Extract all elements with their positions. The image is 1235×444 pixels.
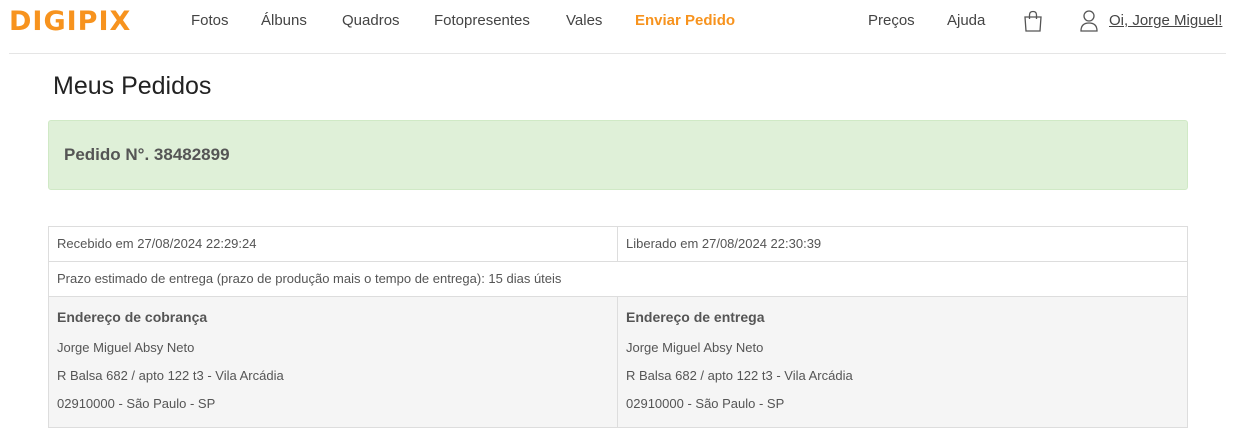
order-details-table: Recebido em 27/08/2024 22:29:24 Liberado… xyxy=(48,226,1188,428)
order-number: Pedido N°. 38482899 xyxy=(64,145,230,164)
logo-text: DIGIPIX xyxy=(9,5,132,37)
order-number-panel: Pedido N°. 38482899 xyxy=(48,120,1188,190)
user-icon[interactable] xyxy=(1078,9,1100,33)
billing-street: R Balsa 682 / apto 122 t3 - Vila Arcádia xyxy=(57,368,284,383)
shipping-address: Endereço de entrega Jorge Miguel Absy Ne… xyxy=(618,297,1187,427)
shipping-name: Jorge Miguel Absy Neto xyxy=(626,340,764,355)
digipix-logo[interactable]: DIGIPIX xyxy=(9,5,132,37)
header-divider xyxy=(9,53,1226,54)
nav-link-enviar-pedido[interactable]: Enviar Pedido xyxy=(635,0,735,42)
nav-link-quadros[interactable]: Quadros xyxy=(342,0,400,42)
nav-link-precos[interactable]: Preços xyxy=(868,0,915,42)
billing-city: 02910000 - São Paulo - SP xyxy=(57,396,216,411)
user-greeting-link[interactable]: Oi, Jorge Miguel! xyxy=(1109,0,1222,42)
billing-name: Jorge Miguel Absy Neto xyxy=(57,340,195,355)
site-header: DIGIPIX Fotos Álbuns Quadros Fotopresent… xyxy=(0,0,1235,44)
shipping-city: 02910000 - São Paulo - SP xyxy=(626,396,785,411)
nav-link-fotos[interactable]: Fotos xyxy=(191,0,229,42)
nav-link-vales[interactable]: Vales xyxy=(566,0,602,42)
received-date: Recebido em 27/08/2024 22:29:24 xyxy=(49,227,618,261)
shopping-bag-icon[interactable] xyxy=(1022,10,1044,32)
billing-address-heading: Endereço de cobrança xyxy=(57,309,208,325)
nav-link-albuns[interactable]: Álbuns xyxy=(261,0,307,42)
delivery-estimate-row: Prazo estimado de entrega (prazo de prod… xyxy=(49,262,1187,297)
nav-link-fotopresentes[interactable]: Fotopresentes xyxy=(434,0,530,42)
delivery-estimate: Prazo estimado de entrega (prazo de prod… xyxy=(57,271,562,286)
addresses-row: Endereço de cobrança Jorge Miguel Absy N… xyxy=(49,297,1187,427)
page-title: Meus Pedidos xyxy=(53,72,212,100)
shipping-address-heading: Endereço de entrega xyxy=(626,309,765,325)
released-date: Liberado em 27/08/2024 22:30:39 xyxy=(626,236,822,251)
shipping-street: R Balsa 682 / apto 122 t3 - Vila Arcádia xyxy=(626,368,853,383)
nav-link-ajuda[interactable]: Ajuda xyxy=(947,0,985,42)
order-dates-row: Recebido em 27/08/2024 22:29:24 Liberado… xyxy=(49,227,1187,262)
billing-address: Endereço de cobrança Jorge Miguel Absy N… xyxy=(49,297,618,427)
